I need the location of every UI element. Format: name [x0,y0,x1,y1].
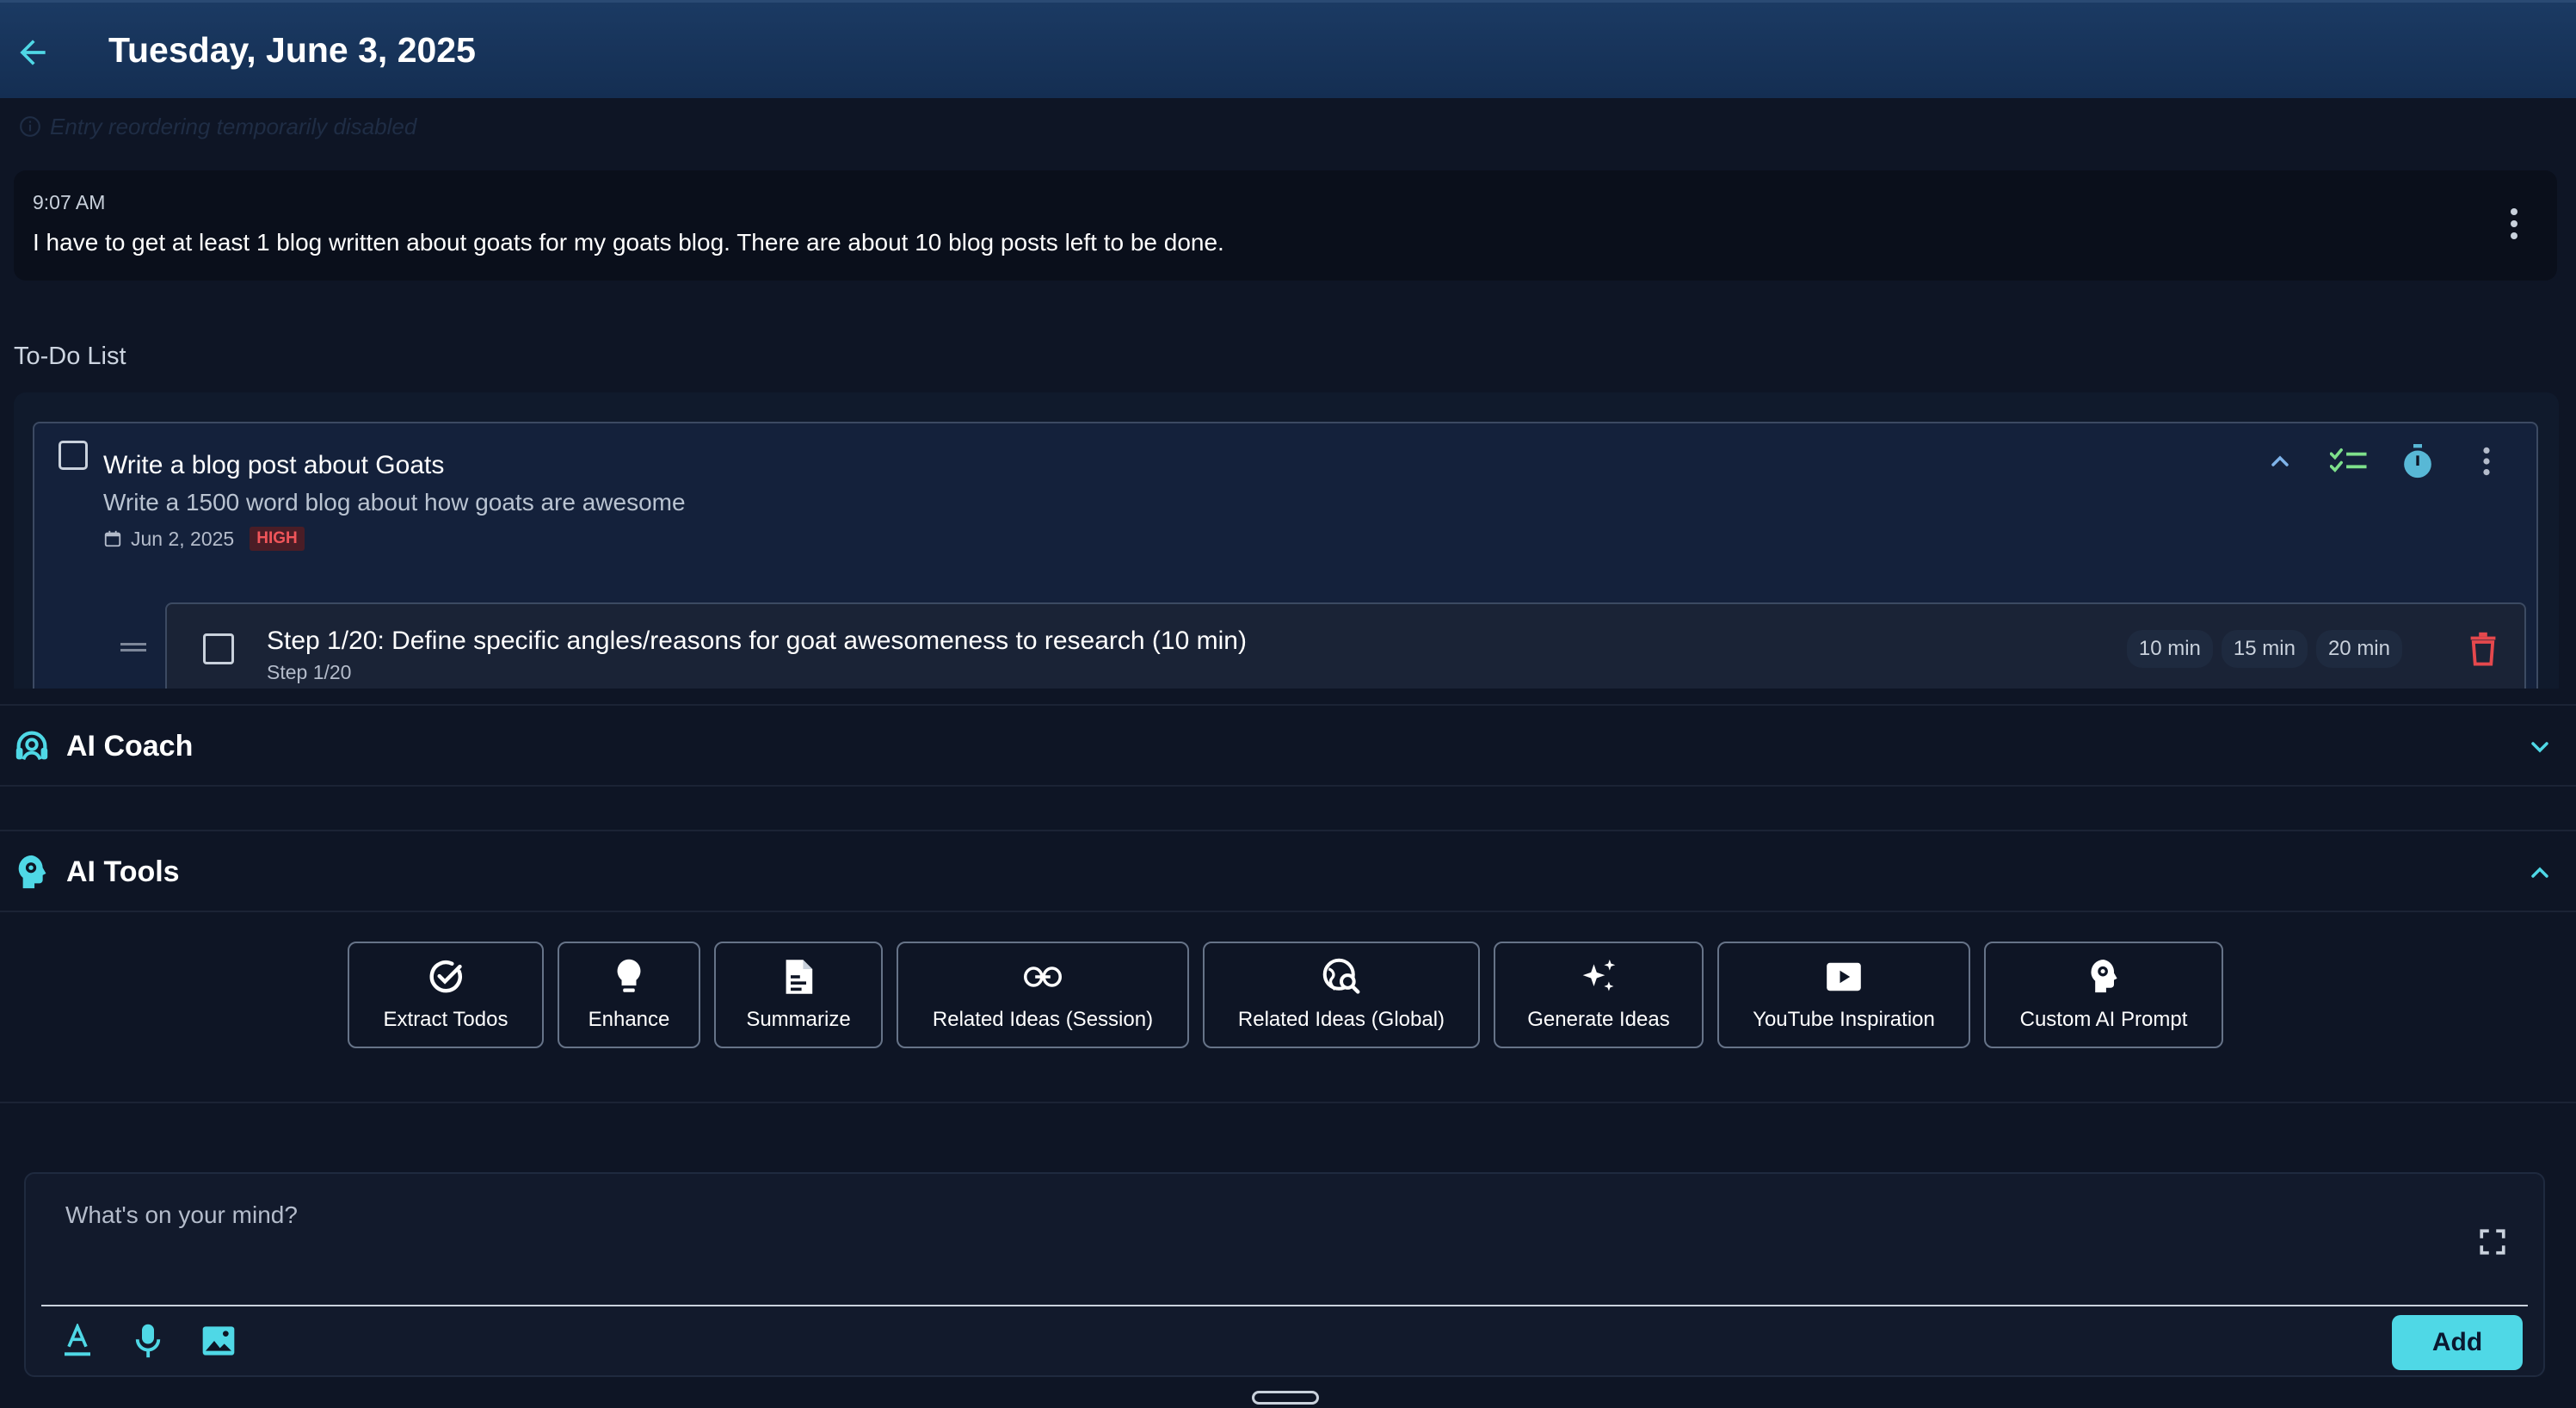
duration-chip-10[interactable]: 10 min [2126,630,2213,668]
breakdown-steps-button[interactable] [2330,442,2368,480]
step-drag-handle[interactable] [120,642,146,652]
more-vertical-icon [2511,208,2517,239]
todo-item: Write a blog post about Goats Write a 15… [33,422,2538,689]
generate-ideas-button[interactable]: Generate Ideas [1494,942,1704,1048]
info-icon [20,116,40,137]
summarize-button[interactable]: Summarize [714,942,883,1048]
link-icon [1024,966,1062,987]
subtask-checkbox[interactable] [203,633,234,664]
globe-search-icon [1322,958,1360,994]
composer-input[interactable] [41,1184,2528,1306]
reorder-notice: Entry reordering temporarily disabled [19,112,416,141]
trash-icon [2470,632,2496,666]
image-icon [202,1326,235,1356]
attach-image-button[interactable] [200,1322,237,1360]
expand-composer-button[interactable] [2478,1227,2511,1260]
subtask-title: Step 1/20: Define specific angles/reason… [267,627,1247,655]
ai-tools-accordion[interactable]: AI Tools [0,830,2576,912]
todo-more-button[interactable] [2468,442,2505,480]
ai-coach-title: AI Coach [66,730,194,763]
enhance-button[interactable]: Enhance [558,942,700,1048]
duration-chip-20[interactable]: 20 min [2315,630,2402,668]
voice-input-button[interactable] [129,1322,167,1360]
tool-label: Summarize [746,1008,851,1031]
more-vertical-icon [2483,447,2490,476]
tool-label: Related Ideas (Session) [932,1008,1154,1031]
entry-time: 9:07 AM [33,191,106,213]
home-indicator[interactable] [1252,1391,1319,1405]
calendar-icon [104,530,121,547]
entry-more-button[interactable] [2505,207,2523,241]
tool-label: Extract Todos [383,1008,508,1031]
entry-composer: Add [24,1172,2545,1377]
youtube-icon [1827,962,1861,991]
chevron-up-icon [2271,455,2289,466]
page-title: Tuesday, June 3, 2025 [108,30,476,70]
brain-gear-icon [18,855,46,889]
delete-subtask-button[interactable] [2469,632,2504,670]
check-circle-icon [429,960,462,993]
add-entry-button[interactable]: Add [2392,1315,2523,1370]
chevron-down-icon [2531,742,2548,753]
collapse-todo-button[interactable] [2261,442,2299,480]
todo-due-date: Jun 2, 2025 [131,527,235,550]
stopwatch-icon [2404,444,2431,479]
document-icon [786,960,813,994]
timer-button[interactable] [2399,442,2437,480]
ai-tools-row: Extract Todos Enhance Summarize Related … [0,914,2576,1103]
journal-entry-card: 9:07 AM I have to get at least 1 blog wr… [14,170,2557,281]
headset-icon [15,731,48,761]
drag-handle-icon [120,643,146,652]
subtask-row: Step 1/20: Define specific angles/reason… [165,602,2526,689]
checklist-icon [2330,448,2367,472]
brain-icon [2091,960,2117,993]
microphone-icon [135,1324,161,1358]
ai-coach-accordion[interactable]: AI Coach [0,704,2576,787]
notice-text: Entry reordering temporarily disabled [50,113,417,139]
ai-tools-title: AI Tools [66,855,180,888]
tool-label: YouTube Inspiration [1753,1008,1935,1031]
todo-list-panel: Write a blog post about Goats Write a 15… [14,392,2559,689]
composer-tools [59,1322,237,1360]
priority-badge: HIGH [250,527,305,551]
tool-label: Custom AI Prompt [2019,1008,2188,1031]
chevron-up-icon [2531,867,2548,878]
subtask-subtitle: Step 1/20 [267,661,352,683]
youtube-inspiration-button[interactable]: YouTube Inspiration [1717,942,1970,1048]
fullscreen-icon [2480,1229,2505,1255]
todo-description: Write a 1500 word blog about how goats a… [103,489,686,516]
entry-text: I have to get at least 1 blog written ab… [33,229,1224,256]
app-header: Tuesday, June 3, 2025 [0,0,2576,98]
todo-actions [2261,442,2505,480]
todo-checkbox[interactable] [59,441,88,470]
text-format-icon [65,1324,90,1356]
lightbulb-icon [617,959,641,992]
tool-label: Related Ideas (Global) [1237,1008,1445,1031]
tool-label: Enhance [588,1008,670,1031]
sparkles-icon [1582,959,1616,991]
related-ideas-session-button[interactable]: Related Ideas (Session) [897,942,1189,1048]
custom-ai-prompt-button[interactable]: Custom AI Prompt [1984,942,2223,1048]
duration-chip-15[interactable]: 15 min [2221,630,2308,668]
arrow-left-icon [20,40,46,65]
todo-section-label: To-Do List [14,343,126,370]
todo-title: Write a blog post about Goats [103,451,445,479]
related-ideas-global-button[interactable]: Related Ideas (Global) [1203,942,1480,1048]
back-button[interactable] [14,34,52,71]
extract-todos-button[interactable]: Extract Todos [348,942,544,1048]
todo-meta: Jun 2, 2025 HIGH [103,527,305,551]
text-format-button[interactable] [59,1322,96,1360]
duration-chips: 10 min 15 min 20 min [2126,630,2402,668]
tool-label: Generate Ideas [1527,1008,1670,1031]
